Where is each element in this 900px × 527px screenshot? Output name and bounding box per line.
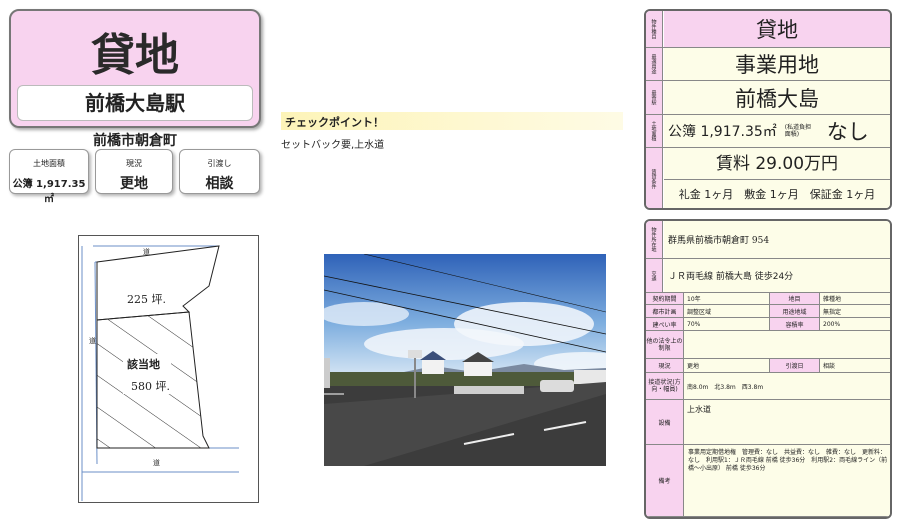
panel-best-use: 事業用地: [664, 48, 890, 80]
header-location: 物件所在地: [646, 221, 663, 258]
delivery-label: 引渡し: [207, 159, 232, 168]
site-map: 道 道 道 225 坪. 該当地 580 坪.: [78, 235, 259, 503]
label-building-coverage: 建ぺい率: [646, 318, 684, 331]
value-status: 更地: [684, 359, 770, 373]
panel-address: 群馬県前橋市朝倉町 954: [664, 221, 890, 258]
private-road-note: (私道負担面積): [784, 124, 812, 138]
map-road-top: 道: [143, 248, 150, 256]
label-contract-period: 契約期間: [646, 293, 684, 305]
header-best-use: 最適用途: [646, 48, 663, 80]
panel-traffic: ＪＲ両毛線 前橋大島 徒歩24分: [664, 259, 890, 292]
label-road-access: 接道状況(方向・幅員): [646, 373, 684, 400]
header-land-area: 土地面積: [646, 115, 663, 147]
title-card: 貸地 前橋大島駅: [9, 9, 261, 128]
land-area-value: 公簿 1,917.35㎡: [12, 179, 86, 205]
label-notes: 備考: [646, 445, 684, 517]
value-building-coverage: 70%: [684, 318, 770, 331]
map-target-label: 該当地: [127, 358, 160, 371]
map-road-left: 道: [89, 337, 96, 345]
label-zoning: 用途地域: [770, 305, 820, 318]
station-name: 前橋大島駅: [17, 85, 253, 121]
town-name: 前橋市朝倉町: [93, 133, 177, 149]
label-delivery-date: 引渡日: [770, 359, 820, 373]
panel-nearest-station: 前橋大島: [664, 81, 890, 114]
site-photo: [324, 254, 606, 466]
checkpoint-title: チェックポイント！: [281, 112, 623, 130]
status-card: 現況 更地: [95, 149, 173, 194]
header-traffic: 交通: [646, 259, 663, 292]
private-road-value: なし: [826, 120, 869, 144]
value-notes: 事業用定期借地権 管理費：なし 共益費：なし 雑費：なし 更新料：なし 利用駅1…: [684, 445, 890, 517]
value-facilities: 上水道: [684, 400, 890, 445]
delivery-card: 引渡し 相談: [179, 149, 260, 194]
value-floor-area-ratio: 200%: [820, 318, 890, 331]
label-floor-area-ratio: 容積率: [770, 318, 820, 331]
header-rental-terms: 賃貸条件: [646, 148, 663, 208]
site-map-drawing: [81, 245, 239, 501]
map-area-upper: 225 坪.: [127, 293, 166, 306]
label-facilities: 設備: [646, 400, 684, 445]
delivery-value: 相談: [205, 176, 234, 192]
value-contract-period: 10年: [684, 293, 770, 305]
panel-land-area: 公簿 1,917.35㎡: [668, 124, 777, 140]
map-area-lower: 580 坪.: [131, 380, 170, 393]
value-road-access: 南8.0m 北3.8m 西3.8m: [684, 373, 890, 400]
label-status: 現況: [646, 359, 684, 373]
land-area-label: 土地面積: [33, 159, 65, 168]
label-city-plan: 都市計画: [646, 305, 684, 318]
land-area-card: 土地面積 公簿 1,917.35㎡: [9, 149, 89, 205]
map-road-bottom: 道: [153, 459, 160, 467]
label-land-category: 地目: [770, 293, 820, 305]
value-city-plan: 調整区域: [684, 305, 770, 318]
property-type-title: 貸地: [91, 30, 179, 81]
value-delivery-date: 相談: [820, 359, 890, 373]
value-land-category: 雑種地: [820, 293, 890, 305]
panel-property-type: 貸地: [664, 11, 890, 47]
panel-deposits: 礼金 1ヶ月 敷金 1ヶ月 保証金 1ヶ月: [678, 187, 876, 201]
header-property-type: 物件種目: [646, 11, 663, 47]
label-other-restrictions: 他の法令上の制限: [646, 331, 684, 359]
value-other-restrictions: [684, 331, 890, 359]
status-value: 更地: [120, 176, 148, 192]
value-zoning: 無指定: [820, 305, 890, 318]
checkpoint-text: セットバック要,上水道: [281, 140, 385, 151]
details-panel: 物件所在地 群馬県前橋市朝倉町 954 交通 ＪＲ両毛線 前橋大島 徒歩24分 …: [644, 219, 892, 519]
header-nearest-station: 最寄駅: [646, 81, 663, 114]
status-label: 現況: [126, 159, 142, 168]
panel-rent: 賃料 29.00万円: [664, 149, 890, 180]
summary-panel: 物件種目 貸地 最適用途 事業用地 最寄駅 前橋大島 土地面積 公簿 1,917…: [644, 9, 892, 210]
